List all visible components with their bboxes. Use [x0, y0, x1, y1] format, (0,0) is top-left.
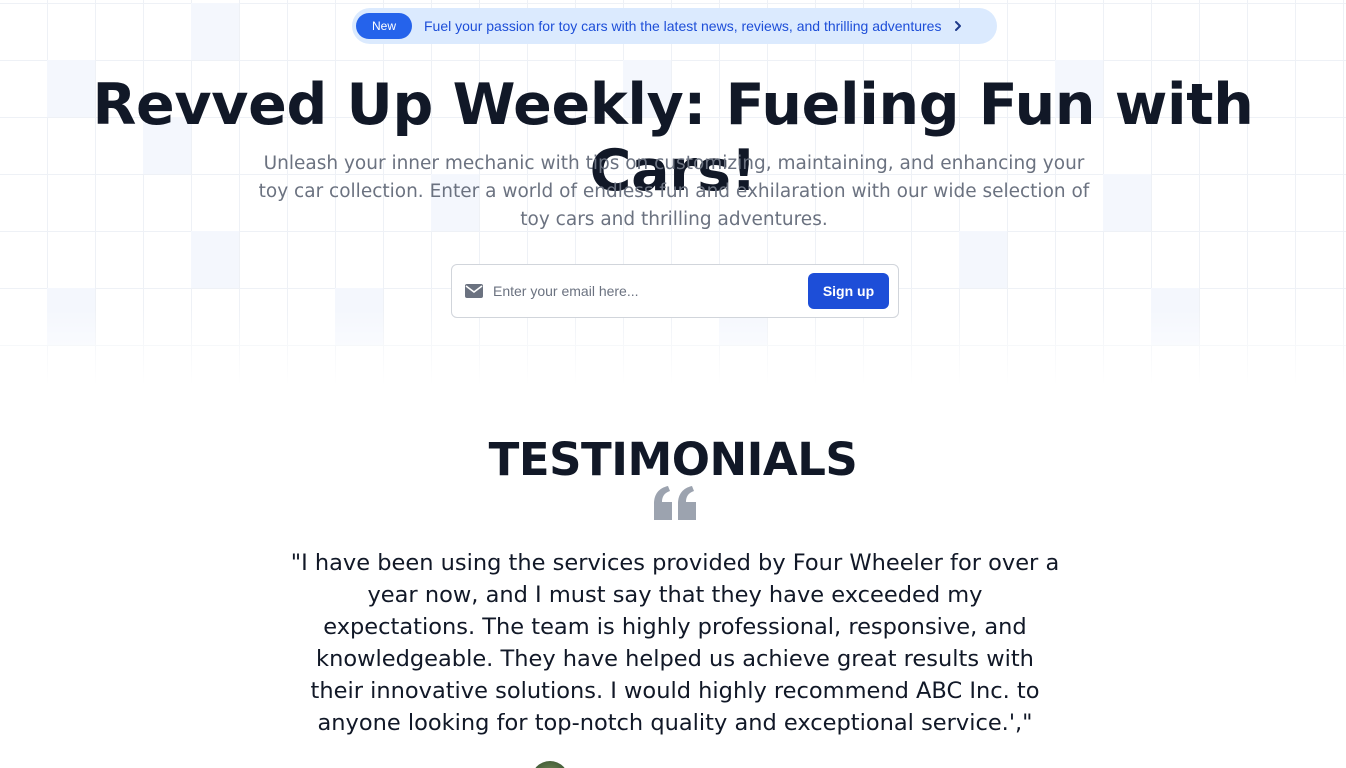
- hero-section: New Fuel your passion for toy cars with …: [0, 0, 1346, 385]
- chevron-right-icon: [951, 19, 965, 33]
- announcement-banner[interactable]: New Fuel your passion for toy cars with …: [352, 8, 997, 44]
- signup-form: Sign up: [451, 264, 899, 318]
- testimonials-heading: TESTIMONIALS: [488, 433, 858, 486]
- avatar: [531, 761, 569, 768]
- envelope-icon: [465, 284, 483, 298]
- hero-subtitle: Unleash your inner mechanic with tips on…: [258, 153, 1090, 230]
- testimonial-quote: "I have been using the services provided…: [290, 550, 1060, 736]
- signup-button[interactable]: Sign up: [808, 273, 889, 309]
- quote-icon: [652, 486, 698, 520]
- new-badge: New: [356, 13, 412, 39]
- announcement-text: Fuel your passion for toy cars with the …: [424, 18, 942, 34]
- email-input[interactable]: [493, 276, 793, 306]
